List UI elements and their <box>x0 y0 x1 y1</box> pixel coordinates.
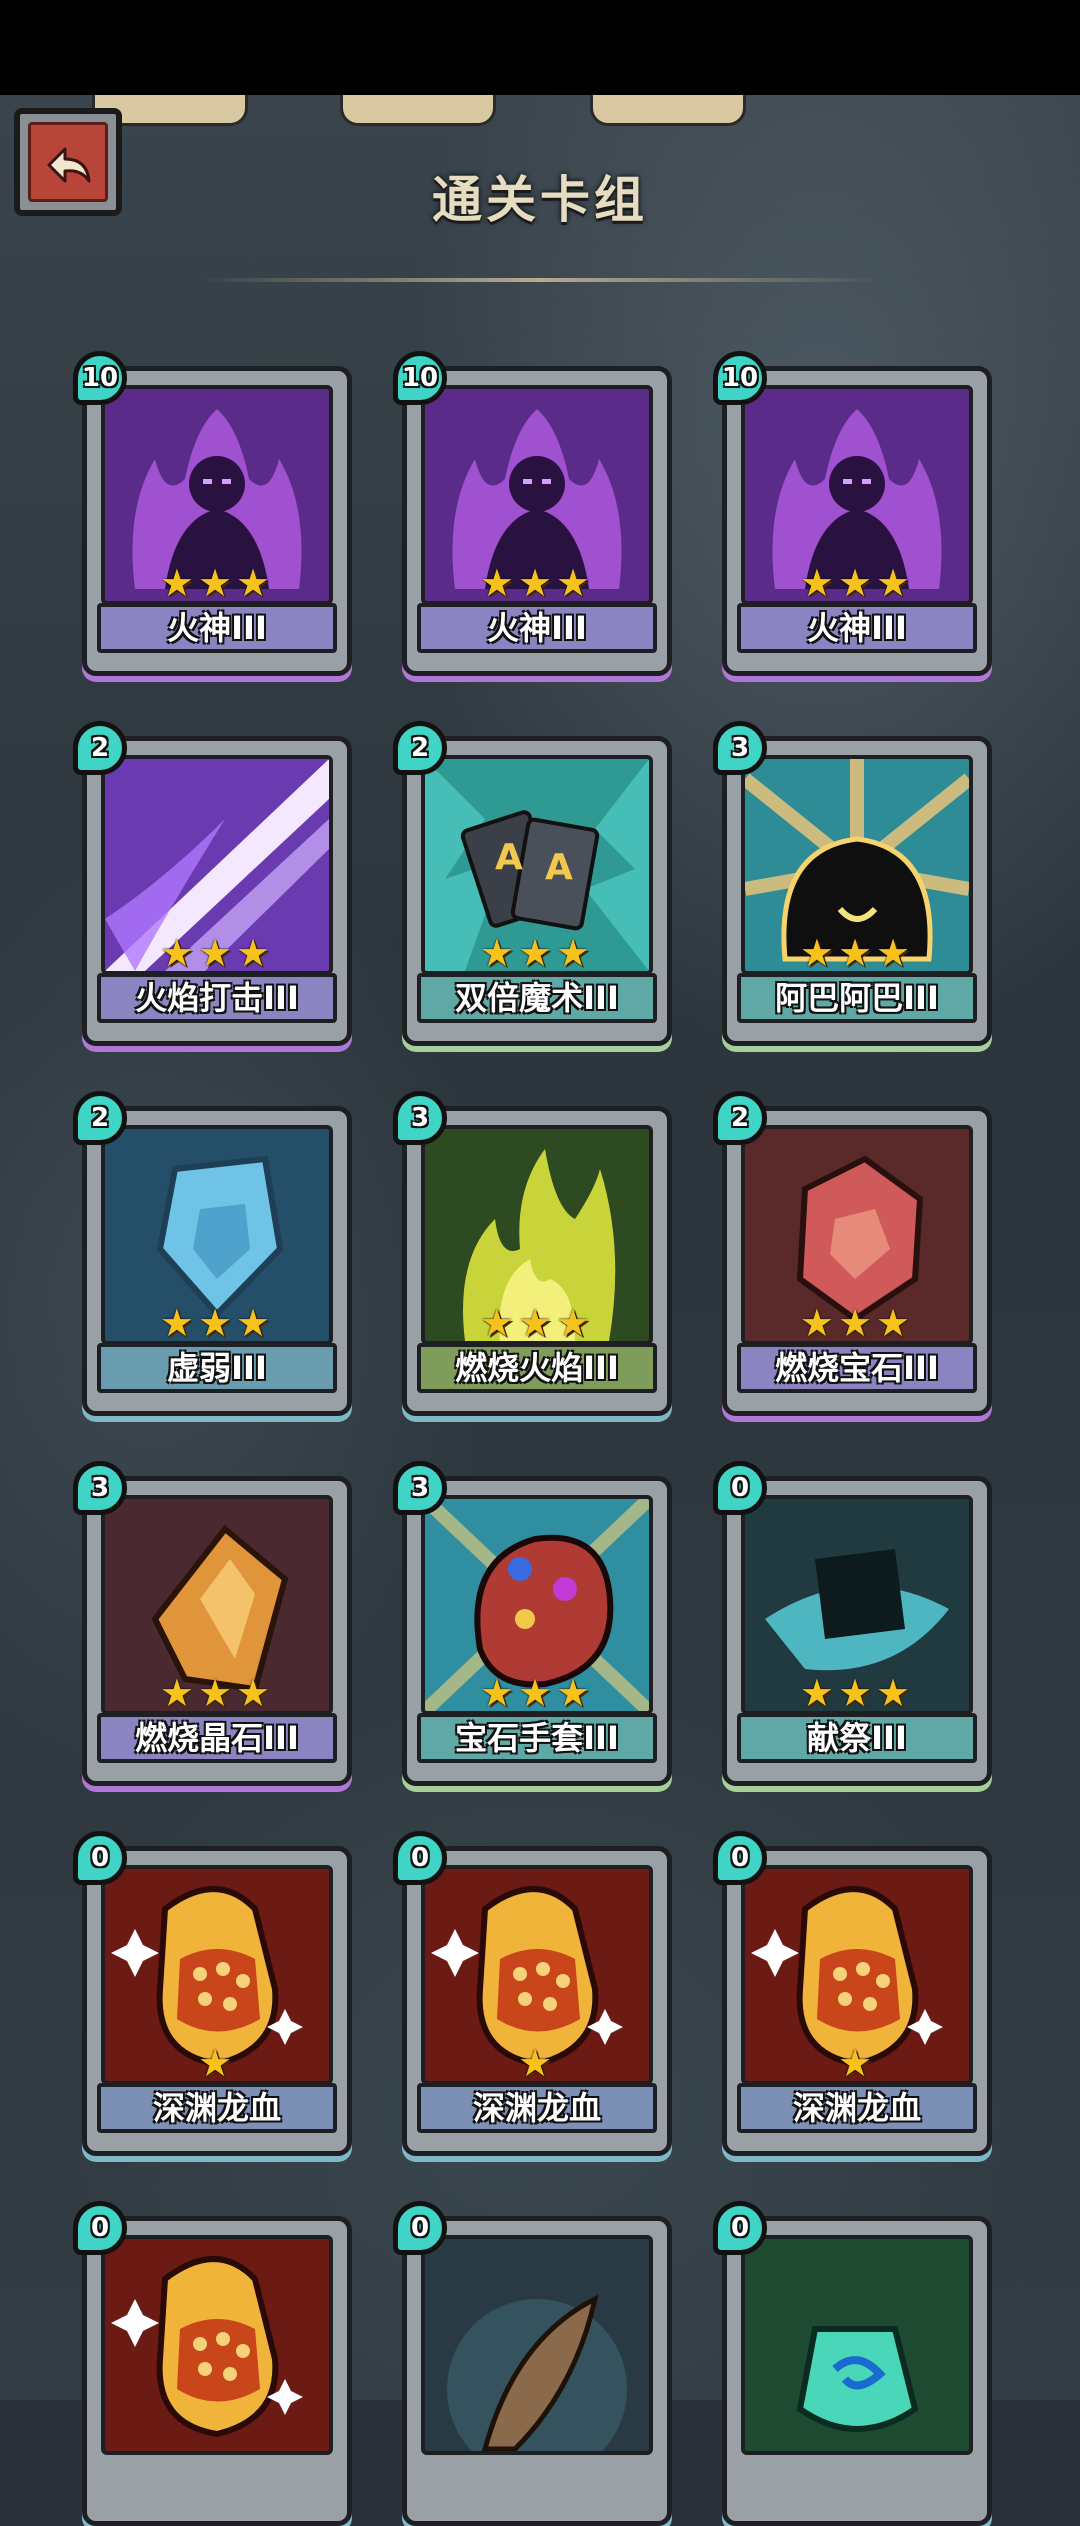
energy-cost-badge: 0 <box>73 2201 127 2255</box>
star-rating: ★★★ <box>479 1671 595 1715</box>
card-swirl-potion[interactable]: 0 <box>713 2201 992 2526</box>
feather-icon <box>421 2235 653 2455</box>
star-rating: ★★★ <box>799 1671 915 1715</box>
card-abyss-dragon-blood[interactable]: ★ 深渊龙血 0 <box>393 1831 672 2156</box>
energy-cost-badge: 0 <box>73 1831 127 1885</box>
card-abyss-dragon-blood[interactable]: ★ 深渊龙血 0 <box>73 1831 352 2156</box>
energy-cost-badge: 3 <box>713 721 767 775</box>
card-name: 阿巴阿巴III <box>737 973 977 1023</box>
star-rating: ★★★ <box>479 561 595 605</box>
card-name: 火焰打击III <box>97 973 337 1023</box>
svg-text:A: A <box>495 837 523 878</box>
card-fire-god[interactable]: ★★★ 火神III 10 <box>713 351 992 676</box>
card-abyss-dragon-blood[interactable]: 0 <box>73 2201 352 2526</box>
star-rating: ★★★ <box>799 561 915 605</box>
card-name: 火神III <box>97 603 337 653</box>
energy-cost-badge: 0 <box>713 1831 767 1885</box>
star-rating: ★★★ <box>799 931 915 975</box>
card-name: 火神III <box>737 603 977 653</box>
card-name: 献祭III <box>737 1713 977 1763</box>
card-name: 深渊龙血 <box>737 2083 977 2133</box>
energy-cost-badge: 2 <box>393 721 447 775</box>
card-burning-gem[interactable]: ★★★ 燃烧宝石III 2 <box>713 1091 992 1416</box>
card-name: 虚弱III <box>97 1343 337 1393</box>
card-name: 燃烧宝石III <box>737 1343 977 1393</box>
card-name: 深渊龙血 <box>417 2083 657 2133</box>
card-name: 宝石手套III <box>417 1713 657 1763</box>
card-burning-flame[interactable]: ★★★ 燃烧火焰III 3 <box>393 1091 672 1416</box>
energy-cost-badge: 2 <box>713 1091 767 1145</box>
card-fire-god[interactable]: ★★★ 火神III 10 <box>393 351 672 676</box>
card-abba-blob[interactable]: ★★★ 阿巴阿巴III 3 <box>713 721 992 1046</box>
energy-cost-badge: 3 <box>73 1461 127 1515</box>
star-rating: ★★★ <box>159 1671 275 1715</box>
star-rating: ★★★ <box>159 1301 275 1345</box>
card-burning-crystal[interactable]: ★★★ 燃烧晶石III 3 <box>73 1461 352 1786</box>
star-rating: ★ <box>517 2041 557 2085</box>
card-name: 燃烧晶石III <box>97 1713 337 1763</box>
card-fire-god[interactable]: ★★★ 火神III 10 <box>73 351 352 676</box>
card-abyss-dragon-blood[interactable]: ★ 深渊龙血 0 <box>713 1831 992 2156</box>
star-rating: ★★★ <box>159 931 275 975</box>
card-grid: ★★★ 火神III 10 ★★★ 火神III 10 ★★★ 火神III 10 ★★★ 火焰打击III… <box>0 0 1080 2526</box>
card-gem-gauntlet[interactable]: ★★★ 宝石手套III 3 <box>393 1461 672 1786</box>
swirl-potion-icon <box>741 2235 973 2455</box>
card-sacrifice[interactable]: ★★★ 献祭III 0 <box>713 1461 992 1786</box>
energy-cost-badge: 10 <box>73 351 127 405</box>
star-rating: ★★★ <box>479 931 595 975</box>
card-name: 深渊龙血 <box>97 2083 337 2133</box>
star-rating: ★★★ <box>479 1301 595 1345</box>
energy-cost-badge: 10 <box>713 351 767 405</box>
energy-cost-badge: 0 <box>713 2201 767 2255</box>
card-feather[interactable]: 0 <box>393 2201 672 2526</box>
card-name: 双倍魔术III <box>417 973 657 1023</box>
energy-cost-badge: 10 <box>393 351 447 405</box>
card-name: 燃烧火焰III <box>417 1343 657 1393</box>
energy-cost-badge: 3 <box>393 1091 447 1145</box>
svg-text:A: A <box>545 847 573 888</box>
star-rating: ★★★ <box>799 1301 915 1345</box>
card-name: 火神III <box>417 603 657 653</box>
abyss-dragon-blood-icon <box>101 2235 333 2455</box>
star-rating: ★ <box>197 2041 237 2085</box>
card-flame-strike[interactable]: ★★★ 火焰打击III 2 <box>73 721 352 1046</box>
energy-cost-badge: 0 <box>393 1831 447 1885</box>
card-double-magic-cards[interactable]: A A ★★★ 双倍魔术III 2 <box>393 721 672 1046</box>
energy-cost-badge: 2 <box>73 721 127 775</box>
energy-cost-badge: 0 <box>713 1461 767 1515</box>
energy-cost-badge: 0 <box>393 2201 447 2255</box>
energy-cost-badge: 2 <box>73 1091 127 1145</box>
star-rating: ★★★ <box>159 561 275 605</box>
star-rating: ★ <box>837 2041 877 2085</box>
card-weak-shield[interactable]: ★★★ 虚弱III 2 <box>73 1091 352 1416</box>
energy-cost-badge: 3 <box>393 1461 447 1515</box>
